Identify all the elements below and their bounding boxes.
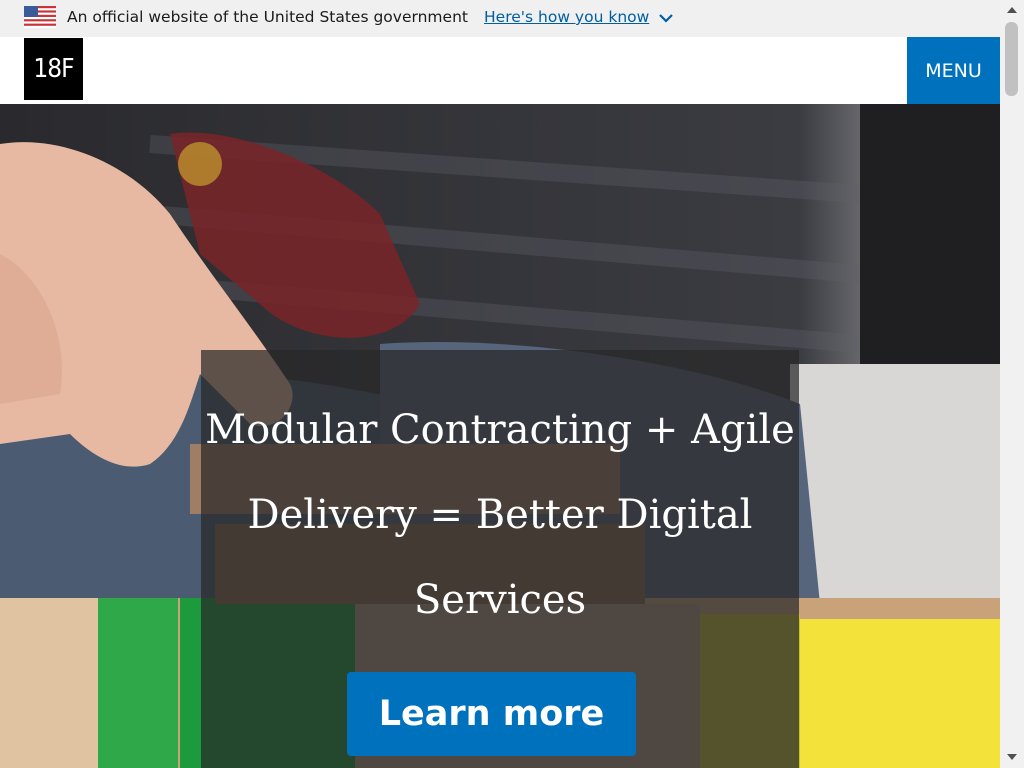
learn-more-button[interactable]: Learn more: [347, 672, 636, 756]
gov-banner: An official website of the United States…: [0, 0, 1000, 37]
site-header: 18F MENU: [0, 37, 1000, 104]
hero-callout: Modular Contracting + Agile Delivery = B…: [201, 350, 799, 768]
scroll-down-arrow-icon[interactable]: [1006, 752, 1018, 762]
chevron-down-icon[interactable]: [658, 12, 674, 24]
scroll-up-arrow-icon[interactable]: [1006, 5, 1018, 15]
us-flag-icon: [24, 6, 56, 28]
heres-how-you-know-link[interactable]: Here's how you know: [484, 8, 649, 26]
hero-section: Modular Contracting + Agile Delivery = B…: [0, 104, 1000, 768]
official-banner-text: An official website of the United States…: [67, 8, 468, 26]
page-scrollbar[interactable]: [1000, 0, 1024, 768]
18f-logo[interactable]: 18F: [24, 38, 83, 100]
menu-button[interactable]: MENU: [907, 37, 1000, 104]
scroll-thumb[interactable]: [1005, 22, 1018, 96]
hero-title: Modular Contracting + Agile Delivery = B…: [205, 407, 795, 623]
